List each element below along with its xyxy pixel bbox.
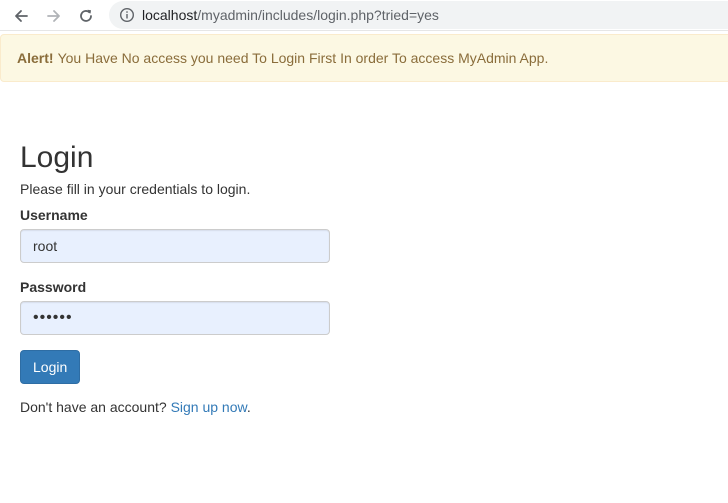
reload-button[interactable] — [75, 5, 97, 27]
alert-warning: Alert! You Have No access you need To Lo… — [0, 34, 728, 82]
back-button[interactable] — [10, 5, 32, 27]
forward-button[interactable] — [43, 5, 65, 27]
signup-link[interactable]: Sign up now — [171, 399, 247, 415]
back-arrow-icon — [15, 10, 28, 22]
submit-group: Login — [20, 350, 350, 384]
login-form: Login Please fill in your credentials to… — [20, 138, 350, 417]
url-host: localhost — [142, 7, 198, 23]
signup-text: Don't have an account? Sign up now. — [20, 397, 350, 417]
username-label: Username — [20, 207, 88, 223]
page-title: Login — [20, 141, 94, 174]
reload-icon — [80, 9, 92, 22]
alert-title: Alert! — [17, 50, 54, 66]
url-path: /myadmin/includes/login.php?tried=yes — [197, 7, 439, 23]
url-text: localhost/myadmin/includes/login.php?tri… — [142, 7, 439, 23]
alert-message: You Have No access you need To Login Fir… — [57, 50, 549, 66]
address-bar[interactable]: localhost/myadmin/includes/login.php?tri… — [109, 1, 728, 29]
login-button[interactable]: Login — [20, 350, 81, 384]
forward-arrow-icon — [47, 10, 60, 22]
browser-toolbar: localhost/myadmin/includes/login.php?tri… — [0, 0, 728, 31]
page-subtitle: Please fill in your credentials to login… — [20, 181, 251, 197]
password-input[interactable] — [20, 301, 330, 335]
password-group: Password — [20, 278, 350, 335]
username-input[interactable] — [20, 229, 330, 263]
signup-suffix: . — [246, 399, 251, 415]
info-icon[interactable] — [119, 7, 135, 23]
password-label: Password — [20, 279, 87, 295]
username-group: Username — [20, 206, 350, 263]
signup-prompt: Don't have an account? — [20, 399, 167, 415]
